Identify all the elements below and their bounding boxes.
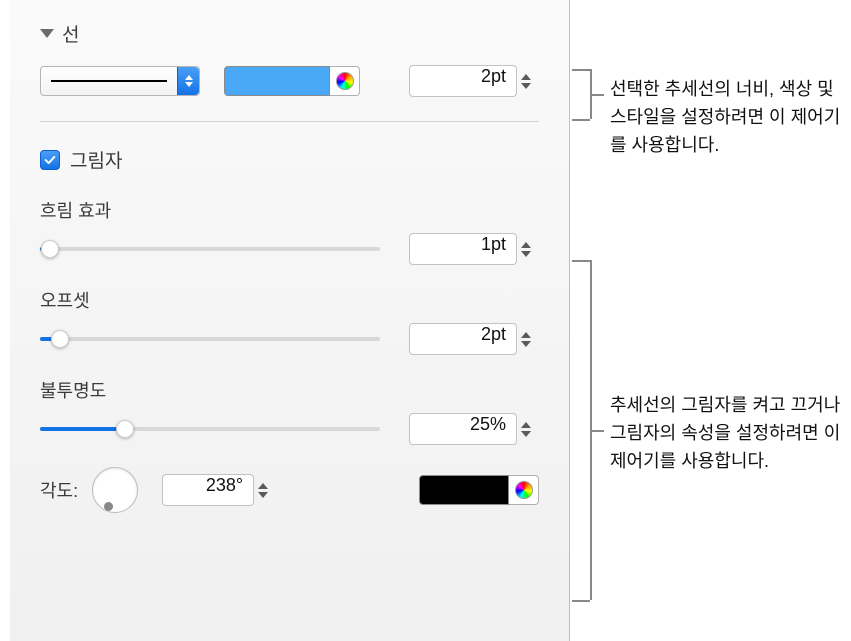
line-color-picker-button[interactable] bbox=[330, 66, 360, 96]
stepper-down-icon bbox=[521, 251, 531, 257]
callout-connector bbox=[572, 260, 590, 262]
stepper-up-icon bbox=[521, 332, 531, 338]
line-width-input[interactable]: 2pt bbox=[409, 65, 517, 97]
offset-input[interactable]: 2pt bbox=[409, 323, 517, 355]
slider-thumb bbox=[116, 420, 134, 438]
checkmark-icon bbox=[43, 153, 57, 167]
callout-shadow-controls: 추세선의 그림자를 켜고 끄거나 그림자의 속성을 설정하려면 이 제어기를 사… bbox=[610, 392, 850, 476]
dropdown-arrows-icon bbox=[177, 67, 199, 95]
opacity-stepper[interactable] bbox=[521, 413, 539, 445]
line-preview bbox=[51, 80, 167, 82]
slider-track bbox=[40, 337, 380, 341]
stepper-down-icon bbox=[521, 83, 531, 89]
line-color-well[interactable] bbox=[224, 66, 330, 96]
color-wheel-icon bbox=[515, 481, 533, 499]
line-width-stepper[interactable] bbox=[521, 65, 539, 97]
slider-thumb bbox=[51, 330, 69, 348]
stepper-up-icon bbox=[521, 242, 531, 248]
angle-indicator bbox=[104, 502, 113, 511]
stepper-down-icon bbox=[521, 341, 531, 347]
blur-stepper[interactable] bbox=[521, 233, 539, 265]
angle-input[interactable]: 238° bbox=[162, 474, 254, 506]
angle-stepper[interactable] bbox=[258, 474, 276, 506]
stepper-down-icon bbox=[258, 492, 268, 498]
color-wheel-icon bbox=[336, 72, 354, 90]
offset-stepper[interactable] bbox=[521, 323, 539, 355]
opacity-input[interactable]: 25% bbox=[409, 413, 517, 445]
angle-label: 각도: bbox=[40, 477, 78, 503]
callout-connector bbox=[590, 94, 604, 96]
callout-connector bbox=[572, 119, 590, 121]
callout-connector bbox=[572, 69, 590, 71]
shadow-checkbox-label: 그림자 bbox=[70, 146, 122, 173]
shadow-color-well[interactable] bbox=[419, 475, 509, 505]
line-section-title: 선 bbox=[62, 20, 79, 47]
blur-label: 흐림 효과 bbox=[40, 197, 539, 223]
slider-thumb bbox=[41, 240, 59, 258]
offset-slider[interactable] bbox=[40, 329, 380, 349]
opacity-slider[interactable] bbox=[40, 419, 380, 439]
line-style-select[interactable] bbox=[40, 66, 200, 96]
stepper-down-icon bbox=[521, 431, 531, 437]
callout-connector bbox=[572, 600, 590, 602]
slider-track bbox=[40, 247, 380, 251]
line-section-header[interactable]: 선 bbox=[40, 20, 539, 47]
angle-dial[interactable] bbox=[92, 467, 138, 513]
shadow-color-picker-button[interactable] bbox=[509, 475, 539, 505]
disclosure-triangle-icon bbox=[40, 29, 54, 38]
opacity-label: 불투명도 bbox=[40, 377, 539, 403]
stepper-up-icon bbox=[258, 483, 268, 489]
blur-slider[interactable] bbox=[40, 239, 380, 259]
stepper-up-icon bbox=[521, 74, 531, 80]
callout-connector bbox=[590, 430, 604, 432]
blur-input[interactable]: 1pt bbox=[409, 233, 517, 265]
offset-label: 오프셋 bbox=[40, 287, 539, 313]
callout-line-controls: 선택한 추세선의 너비, 색상 및 스타일을 설정하려면 이 제어기를 사용합니… bbox=[610, 76, 850, 160]
stepper-up-icon bbox=[521, 422, 531, 428]
shadow-checkbox[interactable] bbox=[40, 150, 60, 170]
slider-fill bbox=[40, 427, 125, 431]
